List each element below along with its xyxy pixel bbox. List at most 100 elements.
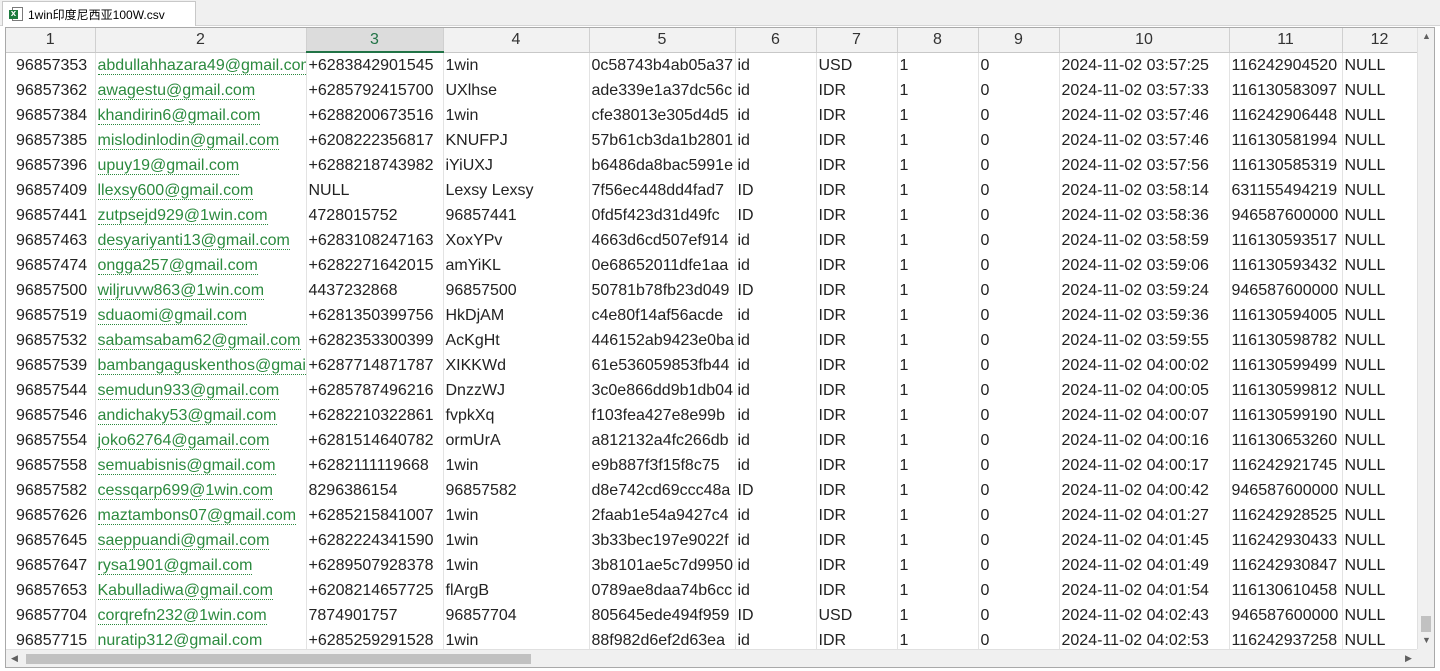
cell-col-12[interactable]: NULL [1342, 78, 1417, 103]
cell-col-8[interactable]: 1 [897, 578, 979, 603]
cell-col-7[interactable]: IDR [816, 428, 898, 453]
cell-col-12[interactable]: NULL [1342, 453, 1417, 478]
cell-col-5[interactable]: e9b887f3f15f8c75 [589, 453, 736, 478]
cell-col-12[interactable]: NULL [1342, 528, 1417, 553]
cell-col-6[interactable]: id [735, 78, 817, 103]
cell-col-4[interactable]: XIKKWd [443, 353, 590, 378]
cell-col-8[interactable]: 1 [897, 178, 979, 203]
cell-col-1[interactable]: 96857384 [6, 103, 96, 128]
cell-col-10[interactable]: 2024-11-02 04:01:45 [1059, 528, 1230, 553]
cell-col-1[interactable]: 96857704 [6, 603, 96, 628]
cell-col-10[interactable]: 2024-11-02 03:57:56 [1059, 153, 1230, 178]
cell-col-9[interactable]: 0 [978, 203, 1060, 228]
cell-col-4[interactable]: 96857500 [443, 278, 590, 303]
column-header-8[interactable]: 8 [897, 28, 979, 53]
cell-col-2[interactable]: semuabisnis@gmail.com [95, 453, 307, 478]
cell-col-10[interactable]: 2024-11-02 03:57:46 [1059, 103, 1230, 128]
cell-col-1[interactable]: 96857353 [6, 52, 96, 78]
cell-col-6[interactable]: id [735, 528, 817, 553]
cell-col-4[interactable]: 1win [443, 453, 590, 478]
cell-col-8[interactable]: 1 [897, 403, 979, 428]
email-link[interactable]: andichaky53@gmail.com [97, 407, 277, 425]
cell-col-11[interactable]: 116242937258 [1229, 628, 1343, 649]
cell-col-7[interactable]: USD [816, 603, 898, 628]
cell-col-3[interactable]: +6285259291528 [306, 628, 444, 649]
cell-col-7[interactable]: IDR [816, 328, 898, 353]
cell-col-9[interactable]: 0 [978, 328, 1060, 353]
cell-col-11[interactable]: 116242930433 [1229, 528, 1343, 553]
cell-col-7[interactable]: IDR [816, 453, 898, 478]
cell-col-1[interactable]: 96857544 [6, 378, 96, 403]
cell-col-3[interactable]: +6282271642015 [306, 253, 444, 278]
cell-col-10[interactable]: 2024-11-02 03:57:33 [1059, 78, 1230, 103]
cell-col-5[interactable]: 2faab1e54a9427c4 [589, 503, 736, 528]
cell-col-9[interactable]: 0 [978, 628, 1060, 649]
cell-col-5[interactable]: 88f982d6ef2d63ea [589, 628, 736, 649]
cell-col-8[interactable]: 1 [897, 328, 979, 353]
cell-col-7[interactable]: IDR [816, 103, 898, 128]
cell-col-12[interactable]: NULL [1342, 278, 1417, 303]
cell-col-12[interactable]: NULL [1342, 553, 1417, 578]
cell-col-6[interactable]: id [735, 403, 817, 428]
cell-col-5[interactable]: c4e80f14af56acde [589, 303, 736, 328]
cell-col-6[interactable]: id [735, 128, 817, 153]
email-link[interactable]: mislodinlodin@gmail.com [97, 132, 280, 150]
cell-col-10[interactable]: 2024-11-02 04:02:53 [1059, 628, 1230, 649]
cell-col-3[interactable]: +6208222356817 [306, 128, 444, 153]
cell-col-3[interactable]: +6282111119668 [306, 453, 444, 478]
column-header-4[interactable]: 4 [443, 28, 590, 53]
cell-col-5[interactable]: 0fd5f423d31d49fc [589, 203, 736, 228]
cell-col-4[interactable]: XoxYPv [443, 228, 590, 253]
cell-col-11[interactable]: 116130653260 [1229, 428, 1343, 453]
cell-col-8[interactable]: 1 [897, 603, 979, 628]
cell-col-6[interactable]: id [735, 153, 817, 178]
cell-col-5[interactable]: d8e742cd69ccc48a [589, 478, 736, 503]
cell-col-3[interactable]: NULL [306, 178, 444, 203]
cell-col-1[interactable]: 96857409 [6, 178, 96, 203]
cell-col-4[interactable]: DnzzWJ [443, 378, 590, 403]
cell-col-10[interactable]: 2024-11-02 03:59:55 [1059, 328, 1230, 353]
cell-col-11[interactable]: 116130583097 [1229, 78, 1343, 103]
cell-col-6[interactable]: ID [735, 203, 817, 228]
cell-col-8[interactable]: 1 [897, 153, 979, 178]
cell-col-9[interactable]: 0 [978, 503, 1060, 528]
cell-col-10[interactable]: 2024-11-02 03:58:59 [1059, 228, 1230, 253]
cell-col-12[interactable]: NULL [1342, 378, 1417, 403]
email-link[interactable]: saeppuandi@gmail.com [97, 532, 270, 550]
cell-col-1[interactable]: 96857582 [6, 478, 96, 503]
cell-col-12[interactable]: NULL [1342, 428, 1417, 453]
cell-col-3[interactable]: 4728015752 [306, 203, 444, 228]
cell-col-9[interactable]: 0 [978, 403, 1060, 428]
cell-col-10[interactable]: 2024-11-02 04:00:16 [1059, 428, 1230, 453]
cell-col-1[interactable]: 96857519 [6, 303, 96, 328]
cell-col-8[interactable]: 1 [897, 378, 979, 403]
cell-col-3[interactable]: +6285787496216 [306, 378, 444, 403]
cell-col-5[interactable]: f103fea427e8e99b [589, 403, 736, 428]
cell-col-6[interactable]: ID [735, 178, 817, 203]
cell-col-2[interactable]: corqrefn232@1win.com [95, 603, 307, 628]
cell-col-6[interactable]: id [735, 228, 817, 253]
cell-col-6[interactable]: id [735, 628, 817, 649]
email-link[interactable]: wiljruvw863@1win.com [97, 282, 265, 300]
cell-col-4[interactable]: fvpkXq [443, 403, 590, 428]
cell-col-11[interactable]: 116130593432 [1229, 253, 1343, 278]
cell-col-3[interactable]: +6282210322861 [306, 403, 444, 428]
cell-col-12[interactable]: NULL [1342, 353, 1417, 378]
cell-col-7[interactable]: IDR [816, 278, 898, 303]
cell-col-3[interactable]: +6287714871787 [306, 353, 444, 378]
cell-col-8[interactable]: 1 [897, 628, 979, 649]
cell-col-7[interactable]: IDR [816, 78, 898, 103]
cell-col-1[interactable]: 96857539 [6, 353, 96, 378]
cell-col-4[interactable]: HkDjAM [443, 303, 590, 328]
cell-col-12[interactable]: NULL [1342, 503, 1417, 528]
cell-col-8[interactable]: 1 [897, 203, 979, 228]
cell-col-6[interactable]: id [735, 303, 817, 328]
cell-col-5[interactable]: 3b33bec197e9022f [589, 528, 736, 553]
cell-col-10[interactable]: 2024-11-02 03:59:24 [1059, 278, 1230, 303]
scroll-left-icon[interactable]: ◀ [6, 650, 23, 667]
cell-col-3[interactable]: +6282224341590 [306, 528, 444, 553]
cell-col-8[interactable]: 1 [897, 453, 979, 478]
cell-col-9[interactable]: 0 [978, 478, 1060, 503]
cell-col-11[interactable]: 116130599812 [1229, 378, 1343, 403]
cell-col-11[interactable]: 116130599499 [1229, 353, 1343, 378]
